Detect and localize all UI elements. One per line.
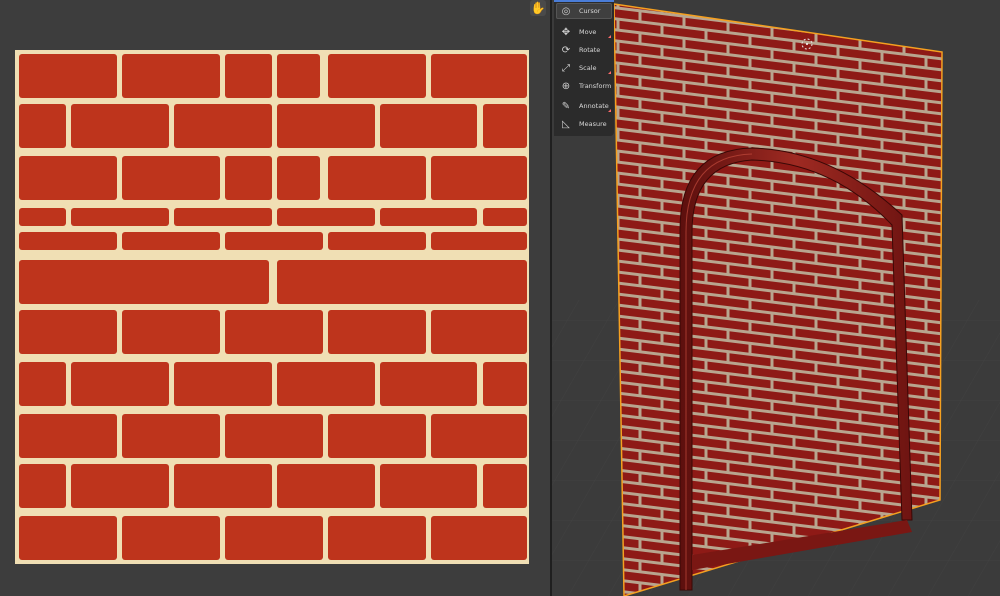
tool-label: Transform [579, 82, 612, 90]
brick [122, 54, 220, 98]
brick-texture [15, 50, 529, 564]
brick [431, 156, 527, 200]
brick [19, 54, 117, 98]
tool-label: Move [579, 28, 597, 36]
brick [71, 362, 169, 406]
brick [431, 232, 527, 250]
brick [19, 260, 269, 304]
brick [277, 156, 320, 200]
brick [431, 310, 527, 354]
brick [225, 414, 323, 458]
tool-cursor[interactable]: ◎ Cursor [556, 3, 612, 19]
brick [225, 54, 272, 98]
brick [380, 104, 477, 148]
brick [277, 362, 375, 406]
brick [19, 362, 66, 406]
measure-icon: ◺ [562, 118, 570, 130]
viewport-canvas [552, 0, 1000, 596]
brick [380, 208, 477, 226]
rotate-icon: ⟳ [561, 44, 571, 56]
brick [483, 362, 527, 406]
brick [122, 516, 220, 560]
brick [328, 516, 426, 560]
brick [19, 208, 66, 226]
tool-label: Cursor [579, 7, 601, 15]
brick [225, 156, 272, 200]
brick [431, 54, 527, 98]
brick [277, 464, 375, 508]
submenu-indicator [608, 35, 611, 38]
annotate-icon: ✎ [561, 100, 571, 112]
brick [19, 232, 117, 250]
tool-label: Scale [579, 64, 597, 72]
brick [483, 104, 527, 148]
brick [380, 464, 477, 508]
brick [328, 414, 426, 458]
scale-icon: ⤢ [562, 62, 570, 74]
blender-window: ✋ ◎ Cursor ✥ Move ⟳ Rotate ⤢ Scale ⊕ Tra… [0, 0, 1000, 596]
tool-scale[interactable]: ⤢ Scale [556, 60, 612, 76]
brick [483, 464, 527, 508]
tool-move[interactable]: ✥ Move [556, 24, 612, 40]
brick [380, 362, 477, 406]
brick-wall-mesh[interactable] [613, 3, 943, 596]
brick [174, 362, 272, 406]
brick [71, 104, 169, 148]
brick [19, 516, 117, 560]
tool-annotate[interactable]: ✎ Annotate [556, 98, 612, 114]
brick [328, 232, 426, 250]
tool-measure[interactable]: ◺ Measure [556, 116, 612, 132]
tool-label: Measure [579, 120, 607, 128]
tool-label: Rotate [579, 46, 601, 54]
transform-icon: ⊕ [561, 80, 571, 92]
submenu-indicator [608, 71, 611, 74]
brick [431, 516, 527, 560]
brick [328, 310, 426, 354]
brick [122, 310, 220, 354]
brick [71, 208, 169, 226]
brick [328, 156, 426, 200]
brick [277, 54, 320, 98]
move-icon: ✥ [561, 26, 571, 38]
brick [122, 156, 220, 200]
tool-rotate[interactable]: ⟳ Rotate [556, 42, 612, 58]
brick [431, 414, 527, 458]
brick [277, 104, 375, 148]
brick [71, 464, 169, 508]
hand-icon[interactable]: ✋ [530, 0, 546, 16]
3d-viewport[interactable] [552, 0, 1000, 596]
submenu-indicator [608, 109, 611, 112]
brick [328, 54, 426, 98]
brick [225, 232, 323, 250]
brick [122, 232, 220, 250]
brick [225, 310, 323, 354]
brick [174, 104, 272, 148]
brick [19, 414, 117, 458]
brick [277, 260, 527, 304]
brick [277, 208, 375, 226]
brick [174, 464, 272, 508]
brick [483, 208, 527, 226]
brick [19, 156, 117, 200]
image-editor: ✋ [0, 0, 550, 596]
brick [225, 516, 323, 560]
brick [174, 208, 272, 226]
brick [122, 414, 220, 458]
brick [19, 104, 66, 148]
tool-transform[interactable]: ⊕ Transform [556, 78, 612, 94]
brick [19, 310, 117, 354]
tool-label: Annotate [579, 102, 609, 110]
toolbar-accent [554, 0, 614, 2]
brick [19, 464, 66, 508]
cursor-icon: ◎ [561, 5, 571, 17]
